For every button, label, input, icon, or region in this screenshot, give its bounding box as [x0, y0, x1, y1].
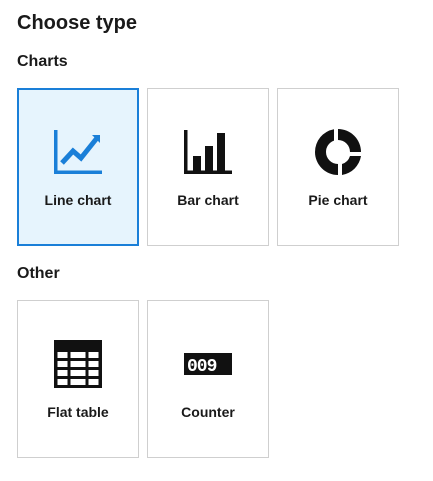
type-card-pie-chart[interactable]: Pie chart	[277, 88, 399, 246]
page-title: Choose type	[17, 12, 138, 34]
card-label-counter: Counter	[181, 404, 235, 420]
type-card-line-chart[interactable]: Line chart	[17, 88, 139, 246]
section-label-other: Other	[17, 265, 60, 282]
pie-chart-icon	[314, 129, 361, 175]
type-card-flat-table[interactable]: Flat table	[17, 300, 139, 458]
type-card-bar-chart[interactable]: Bar chart	[147, 88, 269, 246]
svg-text:009: 009	[187, 357, 217, 377]
section-label-charts: Charts	[17, 53, 68, 70]
charts-card-row: Line chart Bar chart Pie chart	[17, 88, 399, 246]
other-card-row: Flat table 009 Counter	[17, 300, 269, 458]
counter-icon: 009	[184, 353, 232, 377]
card-label-bar-chart: Bar chart	[177, 192, 239, 208]
table-icon	[54, 340, 102, 388]
line-chart-icon	[54, 130, 102, 174]
card-label-line-chart: Line chart	[44, 192, 112, 208]
bar-chart-icon	[184, 130, 232, 174]
type-card-counter[interactable]: 009 Counter	[147, 300, 269, 458]
card-label-pie-chart: Pie chart	[308, 192, 368, 208]
card-label-flat-table: Flat table	[47, 404, 109, 420]
